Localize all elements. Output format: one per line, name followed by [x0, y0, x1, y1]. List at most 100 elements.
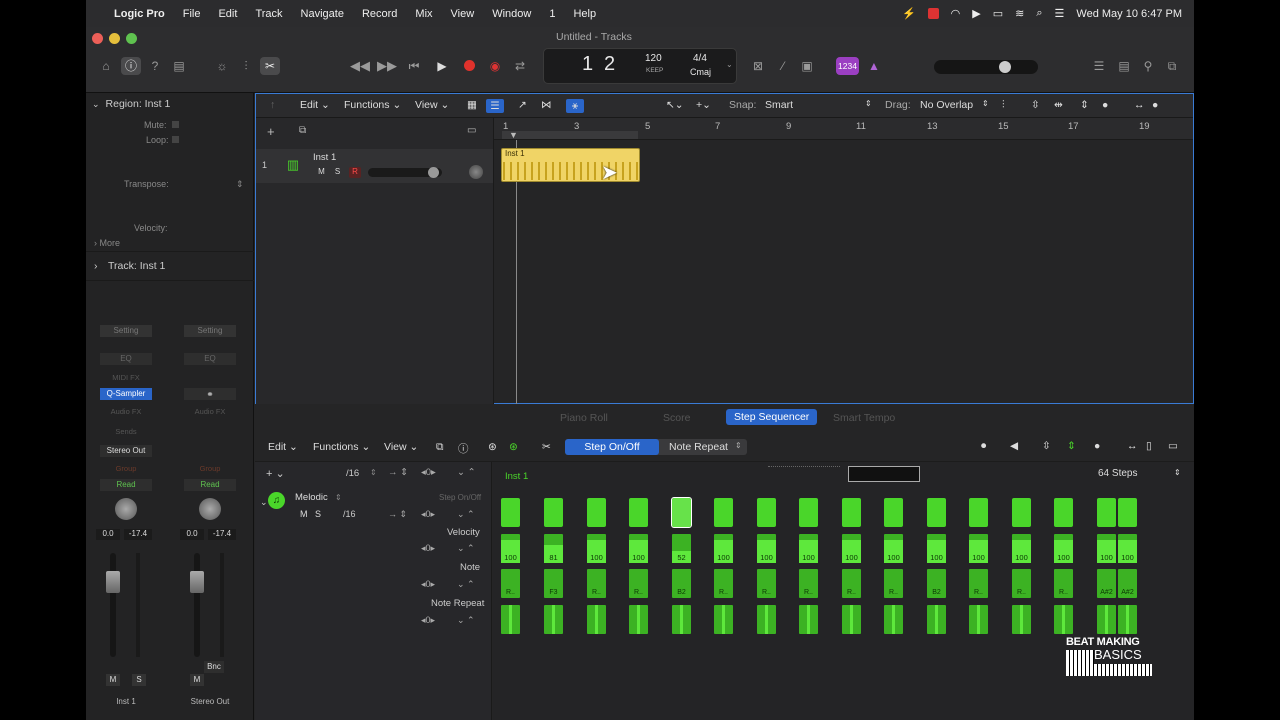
menu-edit[interactable]: Edit — [218, 8, 237, 20]
pattern-browser-icon[interactable]: ⧉ — [436, 441, 444, 454]
note-repeat-step[interactable] — [501, 605, 520, 634]
note-step[interactable]: R.. — [587, 569, 606, 598]
automation-mode[interactable]: Read — [100, 479, 152, 491]
velocity-step[interactable]: 100 — [1118, 534, 1137, 563]
automation-mode[interactable]: Read — [184, 479, 236, 491]
audio-fx-slot[interactable]: Audio FX — [100, 407, 152, 418]
note-repeat-step[interactable] — [799, 605, 818, 634]
note-repeat-step[interactable] — [842, 605, 861, 634]
sub-row-note[interactable]: Note — [460, 562, 480, 573]
velocity-step[interactable]: 100 — [757, 534, 776, 563]
rewind-icon[interactable]: ◀◀ — [350, 57, 370, 75]
row-advance-icon[interactable]: → ⇕ — [388, 509, 407, 520]
zoom-icon[interactable] — [126, 33, 137, 44]
step-on[interactable] — [671, 497, 692, 528]
velocity-step[interactable]: 100 — [1054, 534, 1073, 563]
note-step[interactable]: R.. — [799, 569, 818, 598]
pointer-tool-icon[interactable]: ↖⌄ — [666, 99, 684, 111]
cycle-area[interactable] — [502, 131, 638, 139]
vertical-zoom-icon[interactable]: ⇳ — [1042, 440, 1051, 452]
advance-icon[interactable]: → ⇕ — [388, 467, 408, 478]
note-repeat-step[interactable] — [969, 605, 988, 634]
waveform-zoom-icon[interactable]: ⫶ — [1002, 99, 1005, 112]
row-offset-icon[interactable]: ◂0▸ — [421, 509, 435, 520]
track-name[interactable]: Inst 1 — [313, 152, 336, 163]
row-mute-button[interactable]: M — [300, 509, 308, 519]
note-step[interactable]: R.. — [969, 569, 988, 598]
headphones-icon[interactable]: ◠ — [951, 7, 961, 20]
mixer-icon[interactable]: ⫶ — [236, 57, 256, 75]
menu-track[interactable]: Track — [255, 8, 282, 20]
note-step[interactable]: R.. — [842, 569, 861, 598]
pan-knob[interactable] — [115, 498, 137, 520]
note-repeat-step[interactable] — [1054, 605, 1073, 634]
pencil-tool-icon[interactable]: +⌄ — [696, 99, 711, 111]
record-icon[interactable] — [459, 57, 479, 75]
zoom-knob[interactable]: ● — [1094, 440, 1100, 452]
mode-note-repeat[interactable]: Note Repeat — [669, 439, 728, 455]
tuner-icon[interactable]: ⁄ — [773, 57, 793, 75]
view-menu[interactable]: View ⌄ — [415, 99, 449, 111]
velocity-step[interactable]: 100 — [501, 534, 520, 563]
mute-button[interactable]: M — [106, 674, 120, 686]
solo-mode-icon[interactable]: ▣ — [797, 57, 817, 75]
panel-icon[interactable]: ▯ — [1146, 440, 1152, 452]
grid-view-icon[interactable]: ▦ — [467, 99, 477, 111]
row-mode[interactable]: Step On/Off — [439, 493, 481, 502]
note-repeat-step[interactable] — [884, 605, 903, 634]
automation-icon[interactable]: ↗ — [518, 99, 527, 111]
note-step[interactable]: F3 — [544, 569, 563, 598]
vertical-zoom-slider-icon[interactable]: ⇕ — [1080, 99, 1089, 111]
repeat-offset-icon[interactable]: ◂0▸ — [421, 615, 435, 626]
add-track-icon[interactable]: + — [267, 124, 275, 139]
step-on[interactable] — [1012, 498, 1031, 527]
note-collapse-icon[interactable]: ⌄ ⌃ — [457, 579, 475, 590]
green-stepper-icon[interactable]: ⇕ — [1067, 440, 1076, 452]
control-center-icon[interactable]: ☰ — [1055, 7, 1065, 20]
velocity-step[interactable]: 100 — [927, 534, 946, 563]
step-on[interactable] — [629, 498, 648, 527]
instrument-slot[interactable]: Q-Sampler — [100, 388, 152, 400]
setting-button[interactable]: Setting — [184, 325, 236, 337]
volume-readout[interactable]: 0.0 — [180, 529, 204, 540]
info-icon[interactable]: ⓘ — [458, 441, 469, 456]
track-volume-knob[interactable] — [428, 167, 439, 178]
zoom-slider-knob[interactable]: ● — [1102, 99, 1108, 111]
velocity-step[interactable]: 100 — [587, 534, 606, 563]
clock[interactable]: Wed May 10 6:47 PM — [1076, 8, 1182, 20]
velocity-step[interactable]: 100 — [799, 534, 818, 563]
volume-fader-track[interactable] — [110, 553, 116, 657]
track-volume-slider[interactable] — [368, 167, 442, 178]
step-on[interactable] — [927, 498, 946, 527]
quick-help-icon[interactable]: ? — [145, 57, 165, 75]
note-repeat-step[interactable] — [927, 605, 946, 634]
solo-button[interactable]: S — [132, 674, 146, 686]
chevron-down-icon[interactable]: ⌄ — [260, 497, 268, 508]
note-repeat-step[interactable] — [629, 605, 648, 634]
menu-window[interactable]: Window — [492, 8, 531, 20]
row-rate[interactable]: /16 — [343, 509, 356, 519]
output-slot[interactable]: Stereo Out — [100, 445, 152, 457]
note-step[interactable]: R.. — [1012, 569, 1031, 598]
repeat-collapse-icon[interactable]: ⌄ ⌃ — [457, 615, 475, 626]
track-solo-button[interactable]: S — [332, 167, 343, 178]
editors-icon[interactable]: ✂ — [260, 57, 280, 75]
peak-readout[interactable]: -17.4 — [124, 529, 152, 540]
pan-knob[interactable] — [199, 498, 221, 520]
capture-recording-icon[interactable]: ◉ — [485, 57, 505, 75]
replace-icon[interactable]: ⊠ — [748, 57, 768, 75]
step-on[interactable] — [1097, 498, 1116, 527]
note-offset-icon[interactable]: ◂0▸ — [421, 579, 435, 590]
track-row[interactable]: 1 ▥ Inst 1 M S R — [256, 149, 493, 183]
record-mode-icon[interactable]: ⊛ — [509, 441, 518, 453]
bounce-button[interactable]: Bnc — [204, 661, 224, 673]
velocity-step[interactable]: 81 — [544, 534, 563, 563]
master-volume-slider[interactable] — [934, 60, 1038, 74]
stepper-icon[interactable]: ⇕ — [335, 493, 342, 502]
speaker-icon[interactable]: ◀ — [1010, 440, 1018, 452]
browsers-icon[interactable]: ⧉ — [1162, 57, 1182, 75]
tab-piano-roll[interactable]: Piano Roll — [560, 412, 608, 424]
inspector-icon[interactable]: ⓘ — [121, 57, 141, 75]
menu-record[interactable]: Record — [362, 8, 397, 20]
note-repeat-step[interactable] — [672, 605, 691, 634]
